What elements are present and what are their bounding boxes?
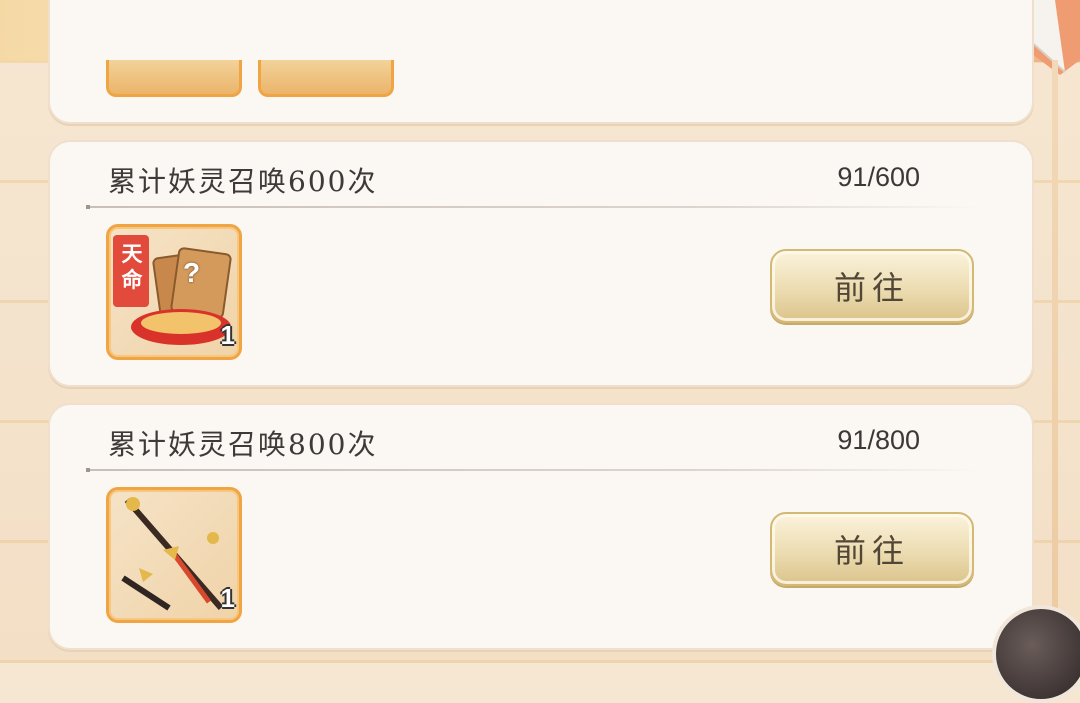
reward-item-slot[interactable] — [106, 60, 242, 97]
reward-item-slot[interactable] — [258, 60, 394, 97]
task-progress: 91/800 — [837, 425, 920, 455]
go-button-label: 前往 — [833, 269, 910, 307]
reward-count: 1 — [220, 320, 235, 350]
scroll-rail — [1052, 60, 1058, 660]
question-mark-icon: ? — [183, 257, 201, 288]
reward-item[interactable]: 1 — [106, 487, 242, 623]
go-button[interactable]: 前往 — [770, 512, 974, 586]
go-button-label: 前往 — [833, 532, 910, 570]
task-card: 累计妖灵召唤800次 91/800 1 前往 — [48, 403, 1034, 650]
task-card-previous — [48, 0, 1034, 124]
task-title: 累计妖灵召唤800次 — [108, 428, 378, 461]
crossed-swords-icon — [121, 497, 224, 611]
task-title: 累计妖灵召唤600次 — [108, 165, 378, 198]
divider — [86, 205, 982, 209]
reward-name: 天命 — [121, 241, 143, 292]
go-button[interactable]: 前往 — [770, 249, 974, 323]
task-progress: 91/600 — [837, 162, 920, 192]
reward-count: 1 — [220, 583, 235, 613]
task-card: 累计妖灵召唤600次 91/600 天命 ? 1 前往 — [48, 140, 1034, 387]
divider — [86, 468, 982, 472]
avatar[interactable] — [992, 605, 1080, 703]
reward-item[interactable]: 天命 ? 1 — [106, 224, 242, 360]
